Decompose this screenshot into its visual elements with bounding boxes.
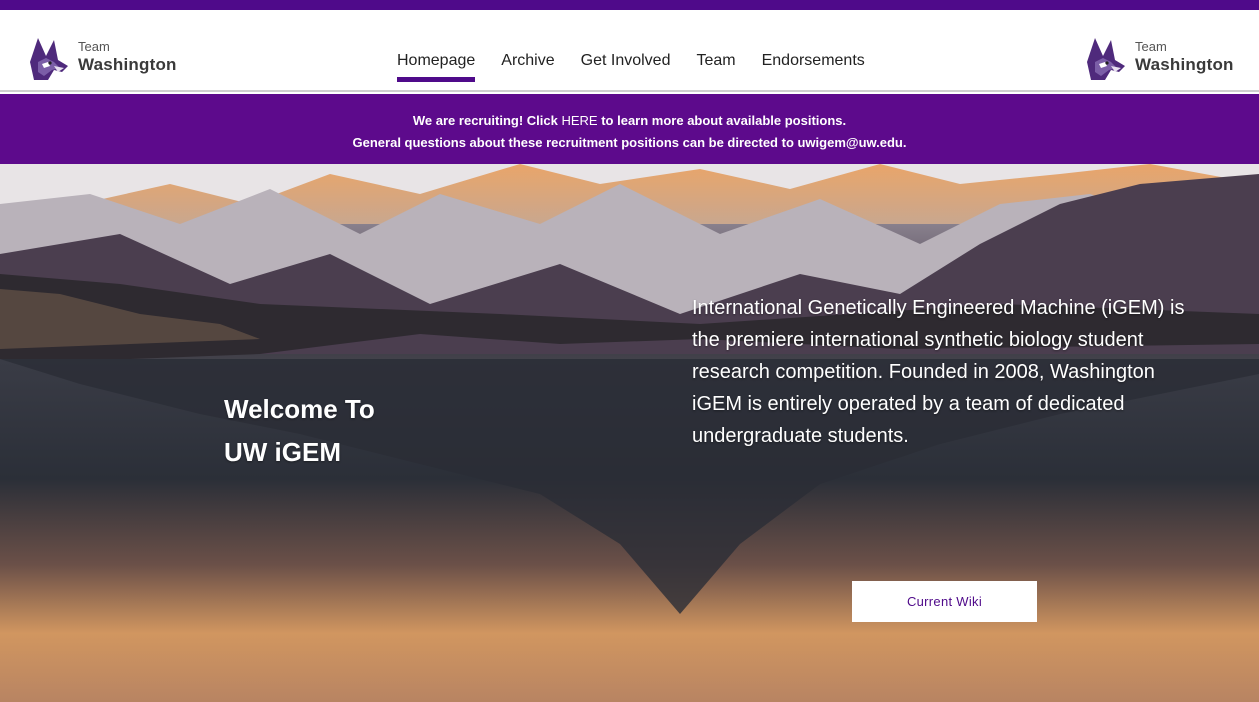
banner-line1-post: to learn more about available positions. [597, 113, 847, 128]
brand-small-text: Team [1135, 38, 1167, 54]
brand-big-text: Washington [1135, 54, 1234, 74]
navbar: Team Washington Homepage Archive Get Inv… [0, 10, 1259, 92]
brand-big-text: Washington [78, 54, 177, 74]
nav-archive[interactable]: Archive [501, 52, 554, 78]
top-accent-strip [0, 0, 1259, 10]
team-washington-logo-right[interactable]: Team Washington [1081, 32, 1234, 88]
banner-line-1: We are recruiting! Click HERE to learn m… [0, 110, 1259, 132]
current-wiki-button[interactable]: Current Wiki [852, 581, 1037, 622]
nav-team[interactable]: Team [696, 52, 735, 78]
nav-get-involved[interactable]: Get Involved [581, 52, 671, 78]
husky-logo-icon [1087, 38, 1125, 80]
nav-endorsements[interactable]: Endorsements [762, 52, 865, 78]
brand-small-text: Team [78, 38, 110, 54]
welcome-line-2: UW iGEM [224, 437, 341, 467]
recruiting-banner: We are recruiting! Click HERE to learn m… [0, 94, 1259, 164]
nav-homepage[interactable]: Homepage [397, 52, 476, 82]
hero-section: Welcome To UW iGEM International Genetic… [0, 164, 1259, 702]
banner-line-2: General questions about these recruitmen… [352, 135, 907, 150]
igem-intro-text: International Genetically Engineered Mac… [692, 297, 1185, 447]
team-washington-logo-left[interactable]: Team Washington [24, 32, 177, 88]
husky-logo-icon [30, 38, 68, 80]
banner-line1-pre: We are recruiting! Click [412, 113, 562, 128]
recruiting-here-link[interactable]: HERE [561, 113, 597, 128]
main-nav: Homepage Archive Get Involved Team Endor… [397, 52, 891, 82]
welcome-heading: Welcome To UW iGEM [224, 388, 375, 474]
welcome-line-1: Welcome To [224, 394, 375, 424]
